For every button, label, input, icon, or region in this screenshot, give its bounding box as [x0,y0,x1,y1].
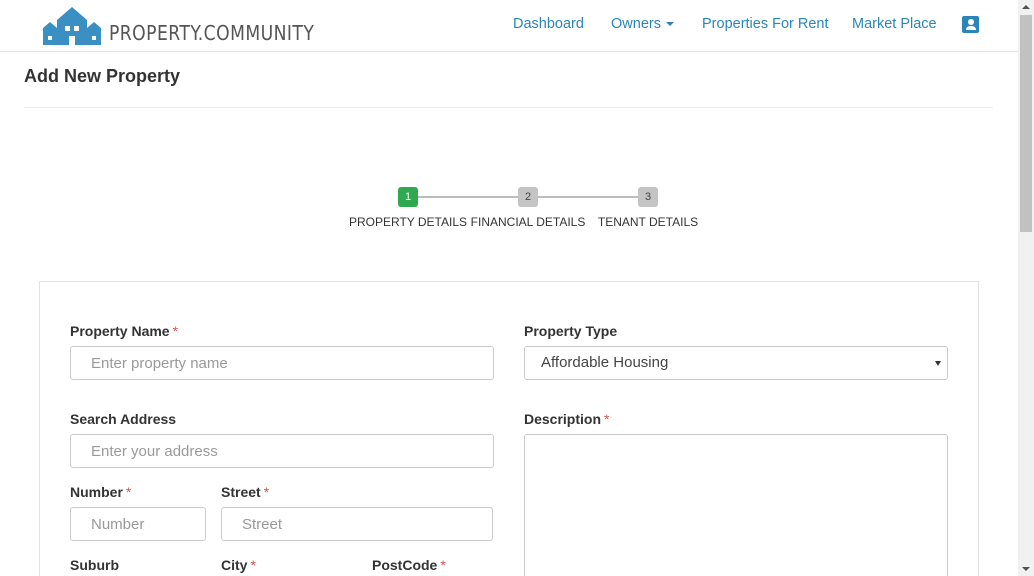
step-2-label: FINANCIAL DETAILS [470,215,586,229]
scroll-thumb[interactable] [1020,15,1032,232]
search-address-input[interactable] [70,434,494,468]
nav-owners-dropdown[interactable]: Owners [611,16,674,32]
city-label-text: City [221,557,248,573]
caret-down-icon [665,22,674,27]
main-nav: Dashboard Owners Properties For Rent Mar… [0,16,1018,36]
postcode-label-text: PostCode [372,557,438,573]
scroll-up-arrow-icon[interactable] [1022,5,1030,9]
street-input[interactable] [221,507,493,541]
property-name-label: Property Name * [70,323,178,339]
required-marker: * [440,557,446,573]
required-marker: * [250,557,256,573]
select-arrow-icon [935,361,941,366]
number-input[interactable] [70,507,206,541]
city-label: City * [221,557,256,573]
description-label-text: Description [524,411,602,427]
nav-market-place[interactable]: Market Place [852,16,937,32]
title-divider [24,107,993,108]
step-3-marker[interactable]: 3 [638,187,658,207]
property-type-select[interactable]: Affordable Housing [524,346,948,380]
scroll-down-arrow-icon[interactable] [1022,567,1030,571]
number-label-text: Number [70,484,123,500]
property-type-value: Affordable Housing [541,354,669,371]
nav-owners-label: Owners [611,16,661,32]
step-2-marker[interactable]: 2 [518,187,538,207]
suburb-label: Suburb [70,557,119,573]
required-marker: * [263,484,270,500]
step-1-label: PROPERTY DETAILS [348,215,468,229]
required-marker: * [125,484,132,500]
page-scrollbar[interactable] [1018,0,1034,576]
property-name-input[interactable] [70,346,494,380]
required-marker: * [172,323,179,339]
property-type-label: Property Type [524,323,618,339]
property-name-label-text: Property Name [70,323,170,339]
description-label: Description * [524,411,609,427]
street-label: Street * [221,484,269,500]
postcode-label: PostCode * [372,557,446,573]
street-label-text: Street [221,484,261,500]
account-box-icon[interactable] [962,16,979,33]
step-connector [418,196,518,198]
required-marker: * [604,411,610,427]
step-connector [538,196,638,198]
description-textarea[interactable] [524,434,948,576]
nav-dashboard[interactable]: Dashboard [513,16,584,32]
nav-properties-for-rent[interactable]: Properties For Rent [702,16,829,32]
number-label: Number * [70,484,131,500]
step-1-marker[interactable]: 1 [398,187,418,207]
top-navbar: PROPERTY.COMMUNITY Dashboard Owners Prop… [0,0,1018,52]
step-3-label: TENANT DETAILS [597,215,699,229]
page-title: Add New Property [24,66,181,86]
search-address-label: Search Address [70,411,177,427]
